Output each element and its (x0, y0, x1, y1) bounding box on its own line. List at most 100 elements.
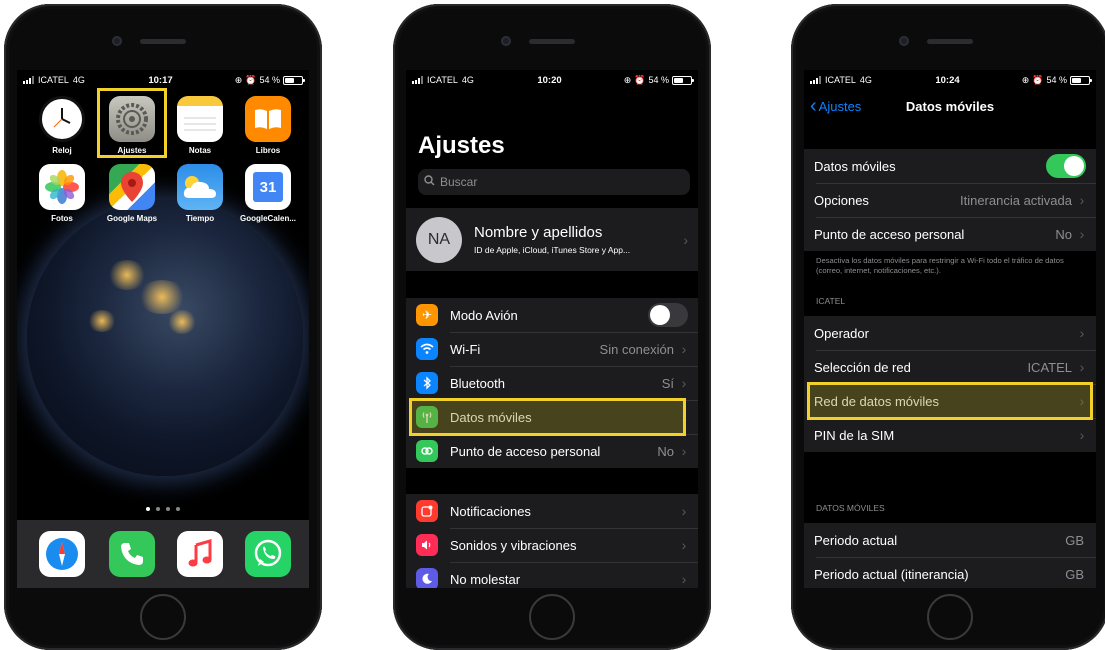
row-periodo-itinerancia: Periodo actual (itinerancia) GB (804, 557, 1096, 588)
usage-group: Periodo actual GB Periodo actual (itiner… (804, 523, 1096, 588)
front-camera (112, 36, 122, 46)
dock-phone[interactable] (102, 531, 162, 577)
page-indicator[interactable] (17, 507, 309, 511)
status-bar: ICATEL 4G 10:24 ⊕ ⏰ 54 % (804, 70, 1096, 90)
status-bar: ICATEL 4G 10:17 ⊕ ⏰ 54 % (17, 70, 309, 90)
row-operador[interactable]: Operador › (804, 316, 1096, 350)
calendar-day: 31 (253, 172, 283, 202)
status-bar: ICATEL 4G 10:20 ⊕ ⏰ 54 % (406, 70, 698, 90)
dock (17, 520, 309, 588)
row-punto-acceso[interactable]: Punto de acceso personal No › (804, 217, 1096, 251)
row-no-molestar[interactable]: No molestar › (406, 562, 698, 588)
chevron-right-icon: › (1079, 226, 1085, 242)
row-label: Punto de acceso personal (450, 443, 601, 459)
row-sonidos[interactable]: Sonidos y vibraciones › (406, 528, 698, 562)
app-libros[interactable]: Libros (238, 96, 298, 155)
search-input[interactable]: Buscar (418, 169, 690, 195)
chevron-right-icon: › (681, 443, 687, 459)
row-value: No (1055, 226, 1072, 242)
weather-cloud-icon (177, 164, 223, 210)
row-red-datos-moviles[interactable]: Red de datos móviles › (804, 384, 1096, 418)
mobile-data-toggle[interactable] (1046, 154, 1086, 178)
front-camera (501, 36, 511, 46)
row-value: GB (1065, 566, 1084, 582)
footer-note: Desactiva los datos móviles para restrin… (816, 256, 1064, 275)
earpiece-speaker (927, 39, 973, 44)
front-camera (899, 36, 909, 46)
whatsapp-icon (245, 531, 291, 577)
connectivity-group: ✈ Modo Avión Wi-Fi Sin conexión › Blueto… (406, 298, 698, 468)
app-fotos[interactable]: Fotos (32, 164, 92, 223)
carrier-group: Operador › Selección de red ICATEL › Red… (804, 316, 1096, 452)
earth-wallpaper (27, 200, 303, 476)
dock-whatsapp[interactable] (238, 531, 298, 577)
row-seleccion-red[interactable]: Selección de red ICATEL › (804, 350, 1096, 384)
chevron-right-icon: › (681, 375, 687, 391)
alarm-icon: ⏰ (634, 74, 646, 85)
row-label: Wi-Fi (450, 341, 481, 357)
row-value: Itinerancia activada (959, 192, 1072, 208)
home-screen: ICATEL 4G 10:17 ⊕ ⏰ 54 % Reloj Ajustes N… (17, 70, 309, 588)
airplane-mode-toggle[interactable] (648, 303, 688, 327)
row-label: Selección de red (814, 359, 911, 375)
chevron-right-icon: › (1079, 192, 1085, 208)
row-label: Periodo actual (itinerancia) (814, 566, 969, 582)
chevron-right-icon: › (1079, 359, 1085, 375)
app-label: Google Maps (106, 214, 158, 223)
app-google-maps[interactable]: Google Maps (102, 164, 162, 223)
row-datos-moviles[interactable]: Datos móviles › (406, 400, 698, 434)
app-label: GoogleCalen... (239, 214, 296, 223)
row-label: Red de datos móviles (814, 393, 940, 409)
row-opciones[interactable]: Opciones Itinerancia activada › (804, 183, 1096, 217)
apple-id-profile-row[interactable]: NA Nombre y apellidos ID de Apple, iClou… (406, 208, 698, 271)
chevron-right-icon: › (681, 571, 687, 587)
row-punto-acceso[interactable]: Punto de acceso personal No › (406, 434, 698, 468)
phone-frame-home: ICATEL 4G 10:17 ⊕ ⏰ 54 % Reloj Ajustes N… (4, 4, 322, 650)
row-modo-avion[interactable]: ✈ Modo Avión (406, 298, 698, 332)
row-value: No (657, 443, 674, 459)
alarm-icon: ⏰ (1032, 74, 1044, 85)
books-icon (245, 96, 291, 142)
app-ajustes[interactable]: Ajustes (102, 96, 162, 155)
app-notas[interactable]: Notas (170, 96, 230, 155)
battery-icon (283, 75, 305, 85)
carrier-label: ICATEL (825, 75, 856, 85)
chevron-right-icon: › (683, 231, 688, 248)
battery-percent: 54 % (1046, 75, 1067, 85)
mobile-data-screen: ICATEL 4G 10:24 ⊕ ⏰ 54 % Datos móviles ‹… (804, 70, 1096, 588)
row-pin-sim[interactable]: PIN de la SIM › (804, 418, 1096, 452)
row-label: No molestar (450, 571, 521, 587)
hotspot-icon (416, 440, 438, 462)
row-label: Sonidos y vibraciones (450, 537, 577, 553)
row-value: ICATEL (1027, 359, 1072, 375)
orientation-lock-icon: ⊕ (623, 74, 632, 85)
clock-time: 10:24 (935, 74, 960, 86)
back-button[interactable]: ‹ Ajustes (810, 96, 861, 116)
chevron-right-icon: › (1079, 393, 1085, 409)
row-wifi[interactable]: Wi-Fi Sin conexión › (406, 332, 698, 366)
home-button[interactable] (927, 594, 973, 640)
chevron-right-icon: › (681, 341, 687, 357)
app-reloj[interactable]: Reloj (32, 96, 92, 155)
row-notificaciones[interactable]: Notificaciones › (406, 494, 698, 528)
music-note-icon (177, 531, 223, 577)
app-label: Ajustes (117, 146, 147, 155)
notifications-icon (416, 500, 438, 522)
row-label: Bluetooth (450, 375, 505, 391)
dock-music[interactable] (170, 531, 230, 577)
row-bluetooth[interactable]: Bluetooth Sí › (406, 366, 698, 400)
navigation-bar: Datos móviles ‹ Ajustes (804, 90, 1096, 122)
row-datos-moviles-toggle[interactable]: Datos móviles (804, 149, 1096, 183)
notes-icon (177, 96, 223, 142)
battery-icon (672, 75, 694, 85)
bluetooth-icon (416, 372, 438, 394)
home-button[interactable] (140, 594, 186, 640)
page-title: Ajustes (418, 132, 505, 159)
app-tiempo[interactable]: Tiempo (170, 164, 230, 223)
signal-icon (23, 76, 34, 84)
search-placeholder: Buscar (440, 175, 478, 189)
app-google-calendar[interactable]: 31 GoogleCalen... (238, 164, 298, 223)
dock-safari[interactable] (32, 531, 92, 577)
home-button[interactable] (529, 594, 575, 640)
signal-icon (810, 76, 821, 84)
